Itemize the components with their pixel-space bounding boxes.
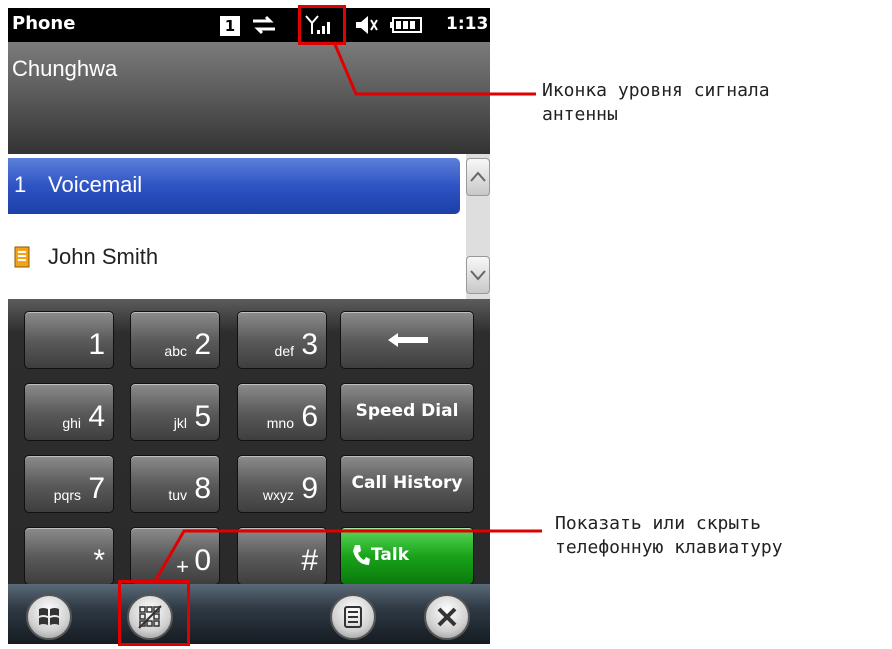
- contact-name: Voicemail: [48, 172, 143, 197]
- key-3[interactable]: def 3: [237, 311, 327, 369]
- chevron-down-icon: [470, 270, 486, 281]
- key-8[interactable]: tuv 8: [130, 455, 220, 513]
- taskbar: [8, 584, 490, 644]
- notification-badge[interactable]: 1: [220, 16, 240, 36]
- key-9[interactable]: wxyz 9: [237, 455, 327, 513]
- key-digit: 1: [88, 328, 105, 361]
- signal-callout-line: [332, 41, 536, 96]
- list-item-contact[interactable]: John Smith: [8, 230, 460, 286]
- scroll-down-button[interactable]: [466, 256, 490, 294]
- clock[interactable]: 1:13: [446, 14, 488, 34]
- signal-annotation-line2: антенны: [542, 104, 618, 125]
- app-title: Phone: [12, 13, 76, 34]
- scrollbar[interactable]: [466, 154, 490, 299]
- speed-dial-number: 1: [14, 172, 27, 197]
- key-digit: 4: [88, 400, 105, 433]
- connectivity-icon[interactable]: [250, 14, 278, 36]
- status-bar: Phone 1 1:13: [8, 8, 490, 42]
- battery-icon[interactable]: [390, 14, 424, 36]
- signal-icon-highlight: [298, 5, 346, 45]
- contact-card-icon: [14, 246, 30, 268]
- key-letters: wxyz: [262, 487, 294, 503]
- key-letters: abc: [164, 343, 187, 359]
- key-letters: def: [274, 343, 294, 359]
- key-digit: 6: [301, 400, 318, 433]
- keypad-annotation-line2: телефонную клавиатуру: [555, 537, 783, 558]
- keypad-toggle-highlight: [118, 580, 190, 646]
- signal-annotation-line1: Иконка уровня сигнала: [542, 80, 770, 101]
- menu-icon: [344, 606, 362, 628]
- key-2[interactable]: abc 2: [130, 311, 220, 369]
- scroll-up-button[interactable]: [466, 158, 490, 196]
- volume-muted-icon[interactable]: [354, 14, 380, 36]
- keypad-callout-line: [152, 529, 542, 584]
- close-icon: [437, 607, 457, 627]
- key-7[interactable]: pqrs 7: [24, 455, 114, 513]
- key-letters: tuv: [168, 487, 187, 503]
- close-button[interactable]: [424, 594, 470, 640]
- call-history-button[interactable]: Call History: [340, 455, 474, 513]
- key-digit: 2: [194, 328, 211, 361]
- key-letters: jkl: [173, 415, 187, 431]
- backspace-arrow-icon: [388, 333, 428, 347]
- signal-annotation: Иконка уровня сигнала антенны: [542, 79, 770, 127]
- contact-name: John Smith: [48, 244, 159, 269]
- key-star[interactable]: *: [24, 527, 114, 585]
- call-history-label: Call History: [351, 473, 463, 493]
- list-item-voicemail[interactable]: 1 Voicemail: [8, 158, 460, 214]
- start-button[interactable]: [26, 594, 72, 640]
- keypad-annotation: Показать или скрыть телефонную клавиатур…: [555, 512, 783, 560]
- chevron-up-icon: [470, 171, 486, 182]
- key-digit: *: [93, 544, 105, 577]
- key-digit: 7: [88, 472, 105, 505]
- speed-dial-label: Speed Dial: [355, 401, 459, 421]
- speed-dial-button[interactable]: Speed Dial: [340, 383, 474, 441]
- key-5[interactable]: jkl 5: [130, 383, 220, 441]
- windows-start-icon: [39, 608, 59, 625]
- carrier-name: Chunghwa: [12, 56, 118, 81]
- key-4[interactable]: ghi 4: [24, 383, 114, 441]
- key-digit: 3: [301, 328, 318, 361]
- key-letters: mno: [266, 415, 294, 431]
- key-1[interactable]: 1: [24, 311, 114, 369]
- key-6[interactable]: mno 6: [237, 383, 327, 441]
- key-letters: ghi: [62, 415, 81, 431]
- backspace-button[interactable]: [340, 311, 474, 369]
- menu-button[interactable]: [330, 594, 376, 640]
- key-digit: 8: [194, 472, 211, 505]
- key-digit: 5: [194, 400, 211, 433]
- key-digit: 9: [301, 472, 318, 505]
- key-letters: pqrs: [53, 487, 81, 503]
- contact-list: 1 Voicemail John Smith: [8, 154, 490, 299]
- keypad-annotation-line1: Показать или скрыть: [555, 513, 761, 534]
